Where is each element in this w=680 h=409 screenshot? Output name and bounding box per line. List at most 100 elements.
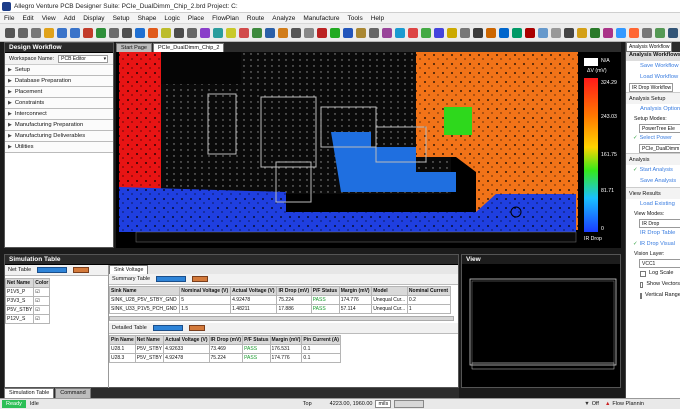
toolbar-tool-icon[interactable] [212, 27, 223, 38]
workflow-item[interactable]: ▶ Utilities [5, 142, 113, 153]
log-scale-checkbox[interactable]: Log Scale [626, 268, 680, 279]
toolbar-tool-icon[interactable] [654, 27, 665, 38]
toolbar-tool-icon[interactable] [69, 27, 80, 38]
workflow-item[interactable]: ▶ Placement [5, 87, 113, 98]
menu-item-add[interactable]: Add [60, 15, 80, 22]
column-header[interactable]: Sink Name [109, 286, 181, 296]
column-header[interactable]: Margin (mV) [269, 335, 303, 345]
load-existing-link[interactable]: Load Existing [626, 199, 680, 210]
column-header[interactable]: Nominal Voltage (V) [179, 286, 232, 296]
menu-item-setup[interactable]: Setup [109, 15, 134, 22]
toolbar-tool-icon[interactable] [290, 27, 301, 38]
column-header[interactable]: Pin Name [109, 335, 136, 345]
toolbar-tool-icon[interactable] [199, 27, 210, 38]
menu-item-logic[interactable]: Logic [160, 15, 184, 22]
toolbar-tool-icon[interactable] [173, 27, 184, 38]
select-power-link[interactable]: ✓ Select Power [626, 133, 680, 144]
show-vectors-checkbox[interactable]: Show Vectors [626, 279, 680, 290]
net-checkbox[interactable]: ☑ [33, 287, 51, 297]
expand-arrow-icon[interactable]: ▶ [8, 122, 12, 128]
toolbar-tool-icon[interactable] [381, 27, 392, 38]
view-preview[interactable] [462, 265, 620, 387]
tab-command[interactable]: Command [55, 388, 91, 398]
column-header[interactable]: Net Name [134, 335, 165, 345]
toolbar-tool-icon[interactable] [433, 27, 444, 38]
toolbar-tool-icon[interactable] [264, 27, 275, 38]
toolbar-tool-icon[interactable] [186, 27, 197, 38]
menu-item-display[interactable]: Display [79, 15, 108, 22]
analysis-options-link[interactable]: Analysis Options [626, 104, 680, 115]
pcb-canvas[interactable]: N/A ΔV (mV) 324.29 243.03 161.75 81.71 0… [116, 52, 621, 248]
table-row[interactable]: P5V_STBY ☑ [4, 305, 51, 315]
toolbar-tool-icon[interactable] [394, 27, 405, 38]
toolbar-tool-icon[interactable] [420, 27, 431, 38]
expand-arrow-icon[interactable]: ▶ [8, 100, 12, 106]
toolbar-tool-icon[interactable] [550, 27, 561, 38]
expand-arrow-icon[interactable]: ▶ [8, 144, 12, 150]
toolbar-tool-icon[interactable] [628, 27, 639, 38]
toolbar-tool-icon[interactable] [43, 27, 54, 38]
toolbar-tool-icon[interactable] [251, 27, 262, 38]
expand-arrow-icon[interactable]: ▶ [8, 78, 12, 84]
toolbar-tool-icon[interactable] [407, 27, 418, 38]
vertical-range-checkbox[interactable]: Vertical Range [626, 290, 680, 301]
toolbar-tool-icon[interactable] [95, 27, 106, 38]
menu-item-analyze[interactable]: Analyze [268, 15, 299, 22]
menu-item-view[interactable]: View [38, 15, 60, 22]
toolbar-tool-icon[interactable] [342, 27, 353, 38]
tab-analysis-workflow[interactable]: Analysis Workflow [626, 42, 673, 52]
toolbar-tool-icon[interactable] [446, 27, 457, 38]
workflow-item[interactable]: ▶ Constraints [5, 98, 113, 109]
table-row[interactable]: U28.1 P5V_STBY 4.92633 73.469 PASS 176.531 0.1 [109, 344, 341, 354]
expand-arrow-icon[interactable]: ▶ [8, 67, 12, 73]
grid-select[interactable] [394, 400, 425, 408]
setup-mode-select[interactable]: PowerTree Ele [639, 124, 680, 133]
toolbar-tool-icon[interactable] [459, 27, 470, 38]
toolbar-tool-icon[interactable] [30, 27, 41, 38]
toolbar-tool-icon[interactable] [238, 27, 249, 38]
menu-item-file[interactable]: File [0, 15, 18, 22]
tab-simulation-table[interactable]: Simulation Table [4, 388, 55, 398]
toolbar-tool-icon[interactable] [303, 27, 314, 38]
workflow-item[interactable]: ▶ Interconnect [5, 109, 113, 120]
table-row[interactable]: SINK_U28_P5V_STBY_GND 5 4.92478 75.224 PASS 1… [109, 295, 452, 305]
table-row[interactable]: U28.3 P5V_STBY 4.92478 75.224 PASS 174.776 0.1 [109, 353, 341, 363]
menu-item-shape[interactable]: Shape [134, 15, 161, 22]
toolbar-tool-icon[interactable] [4, 27, 15, 38]
toolbar-tool-icon[interactable] [82, 27, 93, 38]
tab-start-page[interactable]: Start Page [116, 43, 152, 52]
tab-board[interactable]: PCIe_DualDimm_Chip_2 [153, 43, 225, 52]
workflow-item[interactable]: ▶ Database Preparation [5, 76, 113, 87]
menu-item-flowplan[interactable]: FlowPlan [208, 15, 243, 22]
column-header[interactable]: Nominal Current [406, 286, 452, 296]
toolbar-tool-icon[interactable] [472, 27, 483, 38]
column-header[interactable]: IR Drop (mV) [276, 286, 312, 296]
expand-arrow-icon[interactable]: ▶ [8, 111, 12, 117]
toolbar-tool-icon[interactable] [225, 27, 236, 38]
workflow-select[interactable]: IR Drop Workflow [629, 83, 673, 92]
design-select[interactable]: PCIe_DualDimm [639, 144, 680, 153]
menu-item-route[interactable]: Route [243, 15, 268, 22]
filter-icon[interactable]: ▼ [584, 401, 589, 407]
save-analysis-link[interactable]: Save Analysis [626, 176, 680, 187]
toolbar-tool-icon[interactable] [485, 27, 496, 38]
column-header[interactable]: Margin (mV) [338, 286, 373, 296]
column-header[interactable]: Pin Current (A) [301, 335, 341, 345]
expand-arrow-icon[interactable]: ▶ [8, 89, 12, 95]
toolbar-tool-icon[interactable] [147, 27, 158, 38]
menu-item-place[interactable]: Place [184, 15, 208, 22]
net-checkbox[interactable]: ☑ [33, 314, 51, 324]
vision-layer-select[interactable]: VCC1 [639, 259, 680, 268]
toolbar-tool-icon[interactable] [576, 27, 587, 38]
workspace-select[interactable]: PCB Editor [58, 54, 109, 63]
toolbar-tool-icon[interactable] [329, 27, 340, 38]
toolbar-tool-icon[interactable] [537, 27, 548, 38]
table-row[interactable]: P1V5_P ☑ [4, 287, 51, 297]
ir-drop-visual-link[interactable]: ✓ IR Drop Visual [626, 239, 680, 250]
column-header[interactable]: P/F Status [310, 286, 340, 296]
ir-drop-map[interactable] [116, 52, 621, 248]
column-header[interactable]: P/F Status [242, 335, 271, 345]
table-row[interactable]: P12V_S ☑ [4, 314, 51, 324]
workflow-item[interactable]: ▶ Setup [5, 65, 113, 76]
units-select[interactable]: mils [375, 400, 392, 408]
